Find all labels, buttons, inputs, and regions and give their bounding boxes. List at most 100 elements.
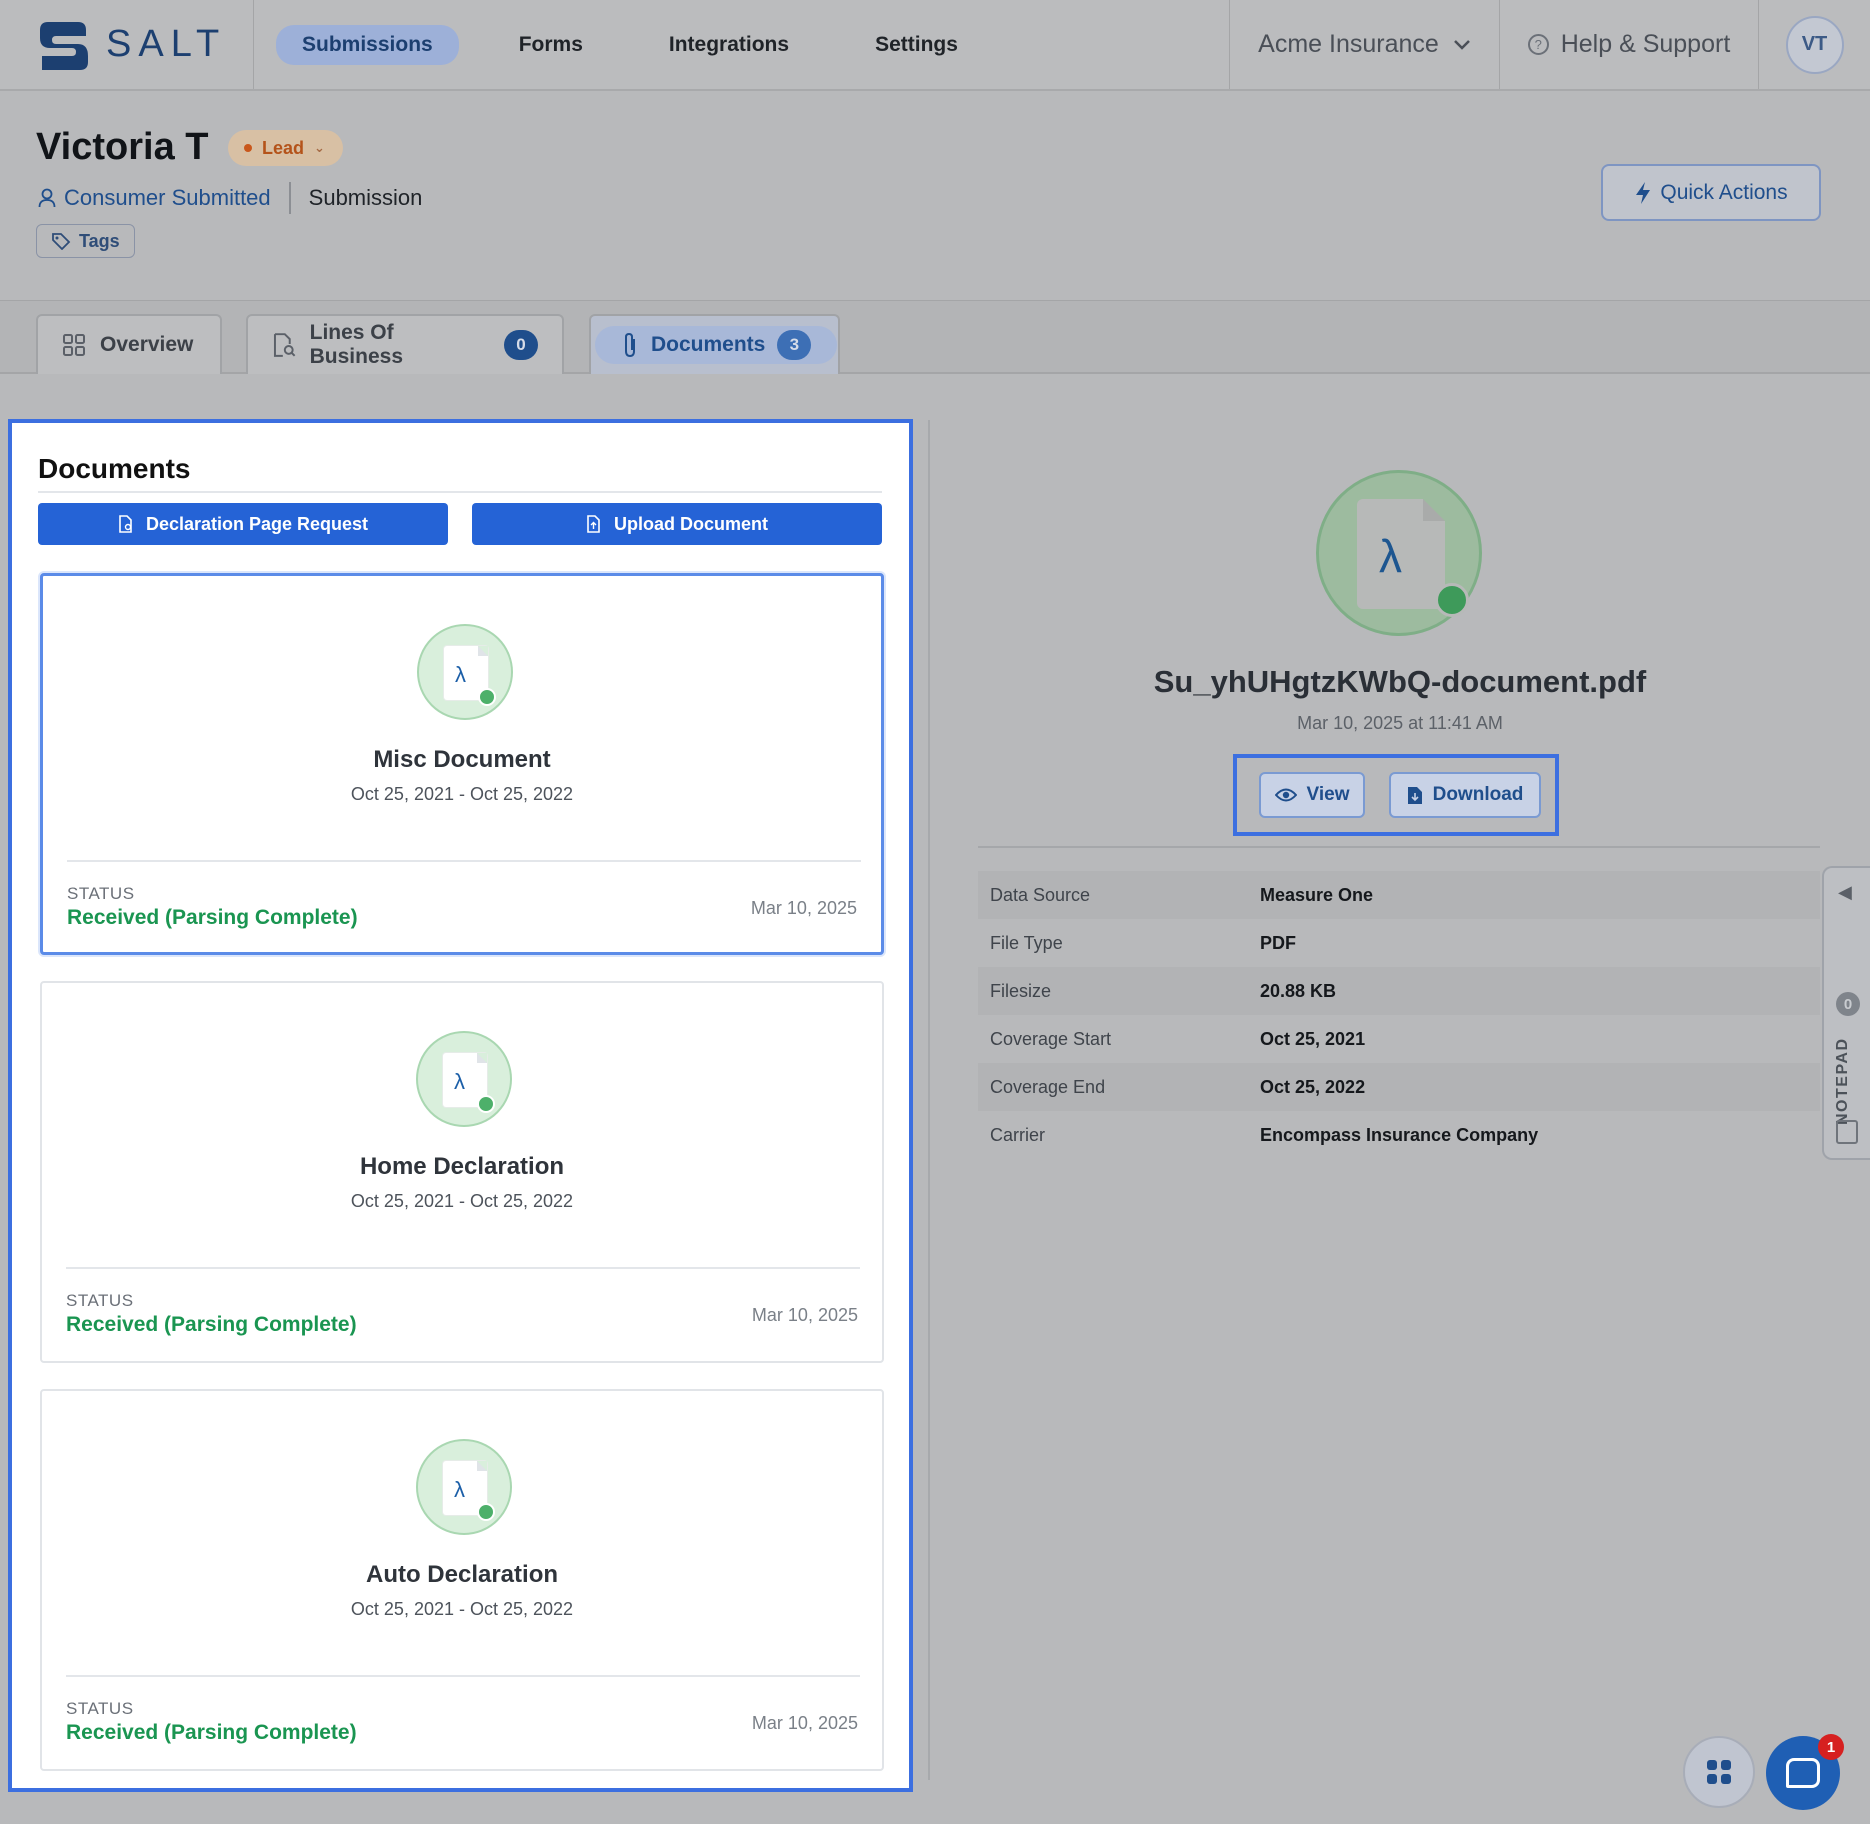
property-row: Coverage End Oct 25, 2022 bbox=[978, 1063, 1820, 1111]
user-icon bbox=[38, 188, 56, 208]
apps-button[interactable] bbox=[1683, 1736, 1755, 1808]
property-key: Coverage End bbox=[990, 1076, 1106, 1097]
status-badge[interactable]: Lead ⌄ bbox=[228, 130, 343, 166]
property-value: Oct 25, 2022 bbox=[1260, 1076, 1366, 1097]
nav-tab-settings[interactable]: Settings bbox=[849, 25, 984, 65]
tab-lines-of-business-label: Lines Of Business bbox=[309, 321, 403, 368]
pdf-file-icon: λ bbox=[416, 1439, 512, 1535]
upload-document-button[interactable]: Upload Document bbox=[472, 503, 882, 545]
chevron-down-icon bbox=[1453, 39, 1470, 50]
file-name: Su_yhUHgtzKWbQ-document.pdf bbox=[1153, 664, 1647, 699]
nav-tab-forms[interactable]: Forms bbox=[493, 25, 609, 65]
grid-icon bbox=[63, 334, 85, 356]
success-dot-icon bbox=[1435, 583, 1469, 617]
file-upload-date: Mar 10, 2025 at 11:41 AM bbox=[1297, 713, 1503, 733]
divider bbox=[67, 860, 861, 862]
property-row: Carrier Encompass Insurance Company bbox=[978, 1111, 1820, 1159]
document-status: Received (Parsing Complete) bbox=[67, 906, 358, 929]
property-row: Coverage Start Oct 25, 2021 bbox=[978, 1015, 1820, 1063]
pdf-file-icon: λ bbox=[1316, 470, 1482, 636]
property-key: Filesize bbox=[990, 980, 1052, 1001]
help-support-link[interactable]: ? Help & Support bbox=[1499, 0, 1758, 89]
tags-label: Tags bbox=[79, 230, 120, 251]
submission-type: Submission bbox=[308, 185, 423, 210]
status-label: STATUS bbox=[67, 884, 135, 903]
logo-text: SALT bbox=[106, 23, 227, 65]
document-coverage-range: Oct 25, 2021 - Oct 25, 2022 bbox=[350, 1599, 574, 1619]
source-link[interactable]: Consumer Submitted bbox=[38, 185, 271, 211]
notepad-drawer[interactable]: ◀ 0 NOTEPAD bbox=[1822, 866, 1870, 1160]
property-row: File Type PDF bbox=[978, 919, 1820, 967]
document-search-icon bbox=[273, 333, 296, 357]
property-row: Data Source Measure One bbox=[978, 871, 1820, 919]
download-label: Download bbox=[1432, 784, 1524, 805]
chevron-down-icon: ⌄ bbox=[314, 140, 325, 155]
divider bbox=[66, 1675, 860, 1677]
document-date: Mar 10, 2025 bbox=[750, 898, 857, 918]
status-dot-icon bbox=[244, 144, 252, 152]
upload-document-icon bbox=[587, 515, 600, 533]
chat-icon bbox=[1786, 1758, 1820, 1788]
quick-actions-button[interactable]: Quick Actions bbox=[1601, 164, 1821, 221]
count-badge: 3 bbox=[777, 330, 812, 360]
notepad-icon bbox=[1836, 1120, 1858, 1144]
unread-badge: 1 bbox=[1818, 1734, 1844, 1760]
document-card[interactable]: λ Home Declaration Oct 25, 2021 - Oct 25… bbox=[40, 981, 884, 1363]
documents-title: Documents bbox=[38, 453, 191, 484]
document-card[interactable]: λ Misc Document Oct 25, 2021 - Oct 25, 2… bbox=[40, 573, 884, 955]
document-coverage-range: Oct 25, 2021 - Oct 25, 2022 bbox=[350, 784, 574, 804]
tab-documents[interactable]: Documents 3 bbox=[589, 314, 840, 374]
source-label: Consumer Submitted bbox=[64, 185, 271, 210]
document-card[interactable]: λ Auto Declaration Oct 25, 2021 - Oct 25… bbox=[40, 1389, 884, 1771]
top-navigation: SALT Submissions Forms Integrations Sett… bbox=[0, 0, 1870, 91]
divider bbox=[288, 182, 291, 214]
pdf-file-icon: λ bbox=[416, 1031, 512, 1127]
document-date: Mar 10, 2025 bbox=[751, 1713, 858, 1733]
property-value: Measure One bbox=[1260, 884, 1374, 905]
download-icon bbox=[1407, 786, 1422, 804]
document-name: Auto Declaration bbox=[365, 1561, 559, 1588]
logo[interactable]: SALT bbox=[0, 0, 254, 89]
tab-lines-of-business[interactable]: Lines Of Business 0 bbox=[246, 314, 564, 374]
success-dot-icon bbox=[477, 1503, 495, 1521]
document-date: Mar 10, 2025 bbox=[751, 1305, 858, 1325]
count-badge: 0 bbox=[504, 330, 538, 360]
paperclip-icon bbox=[625, 332, 635, 358]
documents-panel: Documents Declaration Page Request Uploa… bbox=[8, 419, 913, 1792]
success-dot-icon bbox=[478, 688, 496, 706]
tab-overview[interactable]: Overview bbox=[36, 314, 222, 374]
status-label: STATUS bbox=[66, 1699, 134, 1718]
document-status: Received (Parsing Complete) bbox=[66, 1313, 357, 1336]
nav-tab-submissions[interactable]: Submissions bbox=[276, 24, 459, 65]
property-value: PDF bbox=[1260, 932, 1296, 953]
upload-document-label: Upload Document bbox=[613, 513, 768, 534]
declaration-page-request-button[interactable]: Declaration Page Request bbox=[38, 503, 448, 545]
chat-button[interactable]: 1 bbox=[1766, 1734, 1844, 1810]
avatar[interactable]: VT bbox=[1785, 15, 1844, 74]
main-nav: Submissions Forms Integrations Settings bbox=[254, 0, 1229, 89]
user-menu: VT bbox=[1758, 0, 1870, 89]
download-button[interactable]: Download bbox=[1389, 772, 1541, 818]
tags-button[interactable]: Tags bbox=[36, 224, 135, 258]
pdf-file-icon: λ bbox=[417, 624, 513, 720]
tab-documents-label: Documents bbox=[651, 333, 766, 356]
nav-tab-integrations[interactable]: Integrations bbox=[643, 25, 815, 65]
document-status: Received (Parsing Complete) bbox=[66, 1721, 357, 1744]
property-row: Filesize 20.88 KB bbox=[978, 967, 1820, 1015]
organization-selector[interactable]: Acme Insurance bbox=[1229, 0, 1499, 89]
status-badge-label: Lead bbox=[262, 137, 305, 158]
page-title: Victoria T bbox=[36, 126, 209, 168]
view-label: View bbox=[1306, 784, 1350, 805]
property-key: Coverage Start bbox=[990, 1028, 1112, 1049]
lightning-icon bbox=[1636, 181, 1651, 204]
notepad-count: 0 bbox=[1836, 992, 1860, 1016]
panel-divider bbox=[928, 420, 930, 1780]
salt-logo-icon bbox=[40, 21, 88, 70]
document-coverage-range: Oct 25, 2021 - Oct 25, 2022 bbox=[350, 1191, 574, 1211]
property-key: Data Source bbox=[990, 884, 1091, 905]
declaration-page-request-label: Declaration Page Request bbox=[145, 513, 369, 534]
document-name: Misc Document bbox=[373, 746, 551, 773]
file-actions: View Download bbox=[1233, 754, 1559, 836]
view-button[interactable]: View bbox=[1259, 772, 1365, 818]
tab-overview-label: Overview bbox=[100, 333, 194, 356]
